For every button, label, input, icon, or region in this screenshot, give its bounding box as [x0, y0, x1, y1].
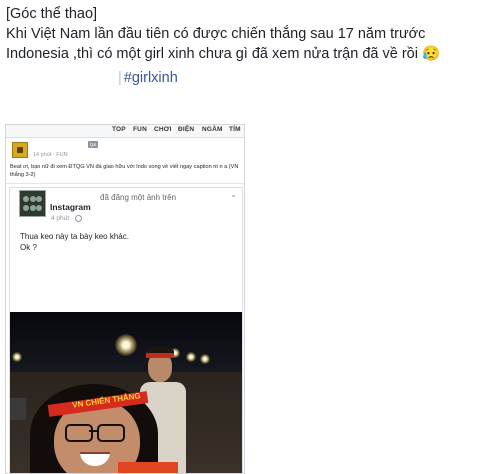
parked-car [10, 398, 26, 420]
post-line: Indonesia ,thì có một girl xinh chưa gì … [6, 46, 441, 62]
caption-line: Thua keo này ta bày keo khác. [20, 232, 129, 241]
beat-text: Beat ơi, bạn nữ đi xem ĐTQG VN đá giao h… [10, 164, 239, 178]
nav-item: CHƠI [154, 126, 172, 133]
caption-line: Ok ? [20, 243, 37, 252]
shared-screenshot-card[interactable]: TOP FUN CHƠI ĐIỆN NGẦM TÍM Q& 14 phút · … [5, 124, 245, 474]
hashtag-separator: | [118, 70, 122, 86]
street-light [200, 354, 210, 364]
street-light [12, 352, 22, 362]
hashtag-link[interactable]: | #girlxinh [118, 70, 178, 86]
street-light [186, 352, 196, 362]
divider [6, 183, 244, 184]
nav-item: TÍM [229, 126, 241, 133]
selfie-photo[interactable]: VN CHIẾN THẮNG [10, 312, 242, 473]
instagram-caption: Thua keo này ta bày keo khác. Ok ? [20, 231, 129, 253]
street-light [115, 334, 137, 356]
glasses-right [97, 424, 125, 442]
glasses-left [65, 424, 93, 442]
man-headband [146, 353, 174, 358]
instagram-embed[interactable]: đã đăng một ảnh trên ⌄ Instagram 4 phút … [9, 187, 243, 473]
top-navigation: TOP FUN CHƠI ĐIỆN NGẦM TÍM [6, 125, 244, 138]
globe-icon [75, 215, 83, 222]
post-line: [Góc thể thao] [6, 6, 98, 22]
hashtag-text[interactable]: #girlxinh [124, 70, 178, 86]
glasses-bridge [89, 430, 97, 432]
red-shirt [118, 462, 178, 473]
nav-item: TOP [112, 126, 126, 133]
post-text: [Góc thể thao] Khi Việt Nam lần đầu tiên… [6, 4, 474, 64]
page-logo-icon [12, 142, 28, 158]
nav-item: ĐIỆN [178, 126, 195, 133]
page-timestamp: 14 phút · FUN [33, 152, 68, 158]
nav-item: NGẦM [202, 126, 223, 133]
instagram-avatar[interactable] [19, 190, 46, 217]
post-line: Khi Việt Nam lần đầu tiên có được chiến … [6, 26, 426, 42]
instagram-time-text: 4 phút · [51, 215, 74, 223]
instagram-time: 4 phút · [51, 215, 83, 223]
instagram-action-text: đã đăng một ảnh trên [100, 193, 177, 202]
instagram-name[interactable]: Instagram [50, 202, 91, 212]
qa-badge: Q& [88, 141, 98, 148]
chevron-down-icon[interactable]: ⌄ [230, 190, 237, 199]
nav-item: FUN [133, 126, 147, 133]
